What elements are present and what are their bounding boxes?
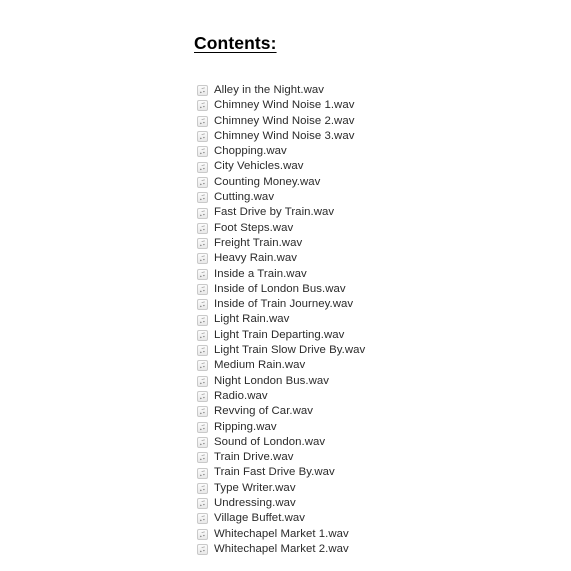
audio-file-icon — [197, 452, 208, 464]
audio-file-icon — [197, 222, 208, 234]
file-list-item[interactable]: Village Buffet.wav — [197, 511, 365, 526]
file-list-item[interactable]: Inside of London Bus.wav — [197, 282, 365, 297]
file-list-item-label: Cutting.wav — [214, 191, 275, 204]
audio-file-icon — [197, 192, 208, 204]
file-list-item-label: Village Buffet.wav — [214, 512, 306, 525]
file-list-item-label: Light Train Departing.wav — [214, 328, 345, 341]
audio-file-icon — [197, 207, 208, 219]
audio-file-icon — [197, 391, 208, 403]
file-list-item[interactable]: Freight Train.wav — [197, 236, 365, 251]
file-list-item[interactable]: Light Train Slow Drive By.wav — [197, 343, 365, 358]
file-list-item-label: Type Writer.wav — [214, 481, 296, 494]
audio-file-icon — [197, 314, 208, 326]
file-list-item-label: Chopping.wav — [214, 145, 287, 158]
file-list-item[interactable]: Chimney Wind Noise 3.wav — [197, 129, 365, 144]
file-list-item[interactable]: City Vehicles.wav — [197, 159, 365, 174]
file-list-item-label: Inside of Train Journey.wav — [214, 298, 354, 311]
file-list-item[interactable]: Foot Steps.wav — [197, 221, 365, 236]
page-title: Contents: — [194, 33, 277, 53]
file-list-item-label: Freight Train.wav — [214, 236, 303, 249]
file-list-item[interactable]: Chimney Wind Noise 1.wav — [197, 98, 365, 113]
file-list-item[interactable]: Inside of Train Journey.wav — [197, 297, 365, 312]
file-list-item[interactable]: Ripping.wav — [197, 420, 365, 435]
file-list-item[interactable]: Light Train Departing.wav — [197, 328, 365, 343]
file-list-item-label: Whitechapel Market 1.wav — [214, 527, 349, 540]
file-list-item[interactable]: Radio.wav — [197, 389, 365, 404]
file-list-item-label: Light Train Slow Drive By.wav — [214, 344, 366, 357]
audio-file-icon — [197, 528, 208, 540]
audio-file-list: Alley in the Night.wav Chimney Wind Noise… — [197, 83, 365, 557]
file-list-item[interactable]: Type Writer.wav — [197, 481, 365, 496]
file-list-item[interactable]: Whitechapel Market 1.wav — [197, 527, 365, 542]
file-list-item[interactable]: Fast Drive by Train.wav — [197, 205, 365, 220]
file-list-item-label: Inside a Train.wav — [214, 267, 307, 280]
file-list-item[interactable]: Revving of Car.wav — [197, 404, 365, 419]
file-list-item-label: Ripping.wav — [214, 420, 277, 433]
file-list-item-label: Heavy Rain.wav — [214, 252, 297, 265]
audio-file-icon — [197, 360, 208, 372]
file-list-item[interactable]: Whitechapel Market 2.wav — [197, 542, 365, 557]
file-list-item[interactable]: Undressing.wav — [197, 496, 365, 511]
file-list-item[interactable]: Train Fast Drive By.wav — [197, 465, 365, 480]
file-list-item-label: Light Rain.wav — [214, 313, 290, 326]
audio-file-icon — [197, 482, 208, 494]
file-list-item[interactable]: Chimney Wind Noise 2.wav — [197, 114, 365, 129]
file-list-item[interactable]: Chopping.wav — [197, 144, 365, 159]
audio-file-icon — [197, 299, 208, 311]
file-list-item-label: Foot Steps.wav — [214, 221, 294, 234]
audio-file-icon — [197, 146, 208, 158]
audio-file-icon — [197, 329, 208, 341]
file-list-item[interactable]: Counting Money.wav — [197, 175, 365, 190]
audio-file-icon — [197, 513, 208, 525]
file-list-item[interactable]: Cutting.wav — [197, 190, 365, 205]
audio-file-icon — [197, 436, 208, 448]
file-list-item[interactable]: Night London Bus.wav — [197, 374, 365, 389]
file-list-item-label: City Vehicles.wav — [214, 160, 304, 173]
audio-file-icon — [197, 161, 208, 173]
file-list-item-label: Train Drive.wav — [214, 451, 294, 464]
audio-file-icon — [197, 498, 208, 510]
file-list-item-label: Chimney Wind Noise 3.wav — [214, 129, 355, 142]
file-list-item[interactable]: Medium Rain.wav — [197, 358, 365, 373]
file-list-item-label: Fast Drive by Train.wav — [214, 206, 335, 219]
audio-file-icon — [197, 238, 208, 250]
file-list-item[interactable]: Train Drive.wav — [197, 450, 365, 465]
audio-file-icon — [197, 406, 208, 418]
document-page: Contents: Alley in the Night.wav Chimney … — [0, 0, 571, 571]
file-list-item-label: Sound of London.wav — [214, 435, 326, 448]
audio-file-icon — [197, 115, 208, 127]
audio-file-icon — [197, 421, 208, 433]
file-list-item-label: Revving of Car.wav — [214, 405, 314, 418]
file-list-item-label: Radio.wav — [214, 389, 268, 402]
audio-file-icon — [197, 253, 208, 265]
audio-file-icon — [197, 131, 208, 143]
file-list-item[interactable]: Alley in the Night.wav — [197, 83, 365, 98]
audio-file-icon — [197, 100, 208, 112]
file-list-item-label: Medium Rain.wav — [214, 359, 306, 372]
file-list-item[interactable]: Light Rain.wav — [197, 312, 365, 327]
audio-file-icon — [197, 284, 208, 295]
audio-file-icon — [197, 467, 208, 479]
file-list-item-label: Inside of London Bus.wav — [214, 282, 346, 295]
file-list-item-label: Train Fast Drive By.wav — [214, 466, 335, 479]
audio-file-icon — [197, 268, 208, 280]
audio-file-icon — [197, 85, 208, 97]
file-list-item-label: Whitechapel Market 2.wav — [214, 542, 349, 555]
file-list-item-label: Night London Bus.wav — [214, 374, 329, 387]
audio-file-icon — [197, 176, 208, 188]
file-list-item-label: Chimney Wind Noise 2.wav — [214, 114, 355, 127]
file-list-item[interactable]: Sound of London.wav — [197, 435, 365, 450]
file-list-item-label: Chimney Wind Noise 1.wav — [214, 99, 355, 112]
file-list-item[interactable]: Heavy Rain.wav — [197, 251, 365, 266]
file-list-item-label: Alley in the Night.wav — [214, 84, 324, 96]
audio-file-icon — [197, 345, 208, 357]
audio-file-icon — [197, 544, 208, 556]
file-list-item-label: Counting Money.wav — [214, 175, 321, 188]
file-list-item-label: Undressing.wav — [214, 497, 296, 510]
audio-file-icon — [197, 375, 208, 387]
file-list-item[interactable]: Inside a Train.wav — [197, 267, 365, 282]
